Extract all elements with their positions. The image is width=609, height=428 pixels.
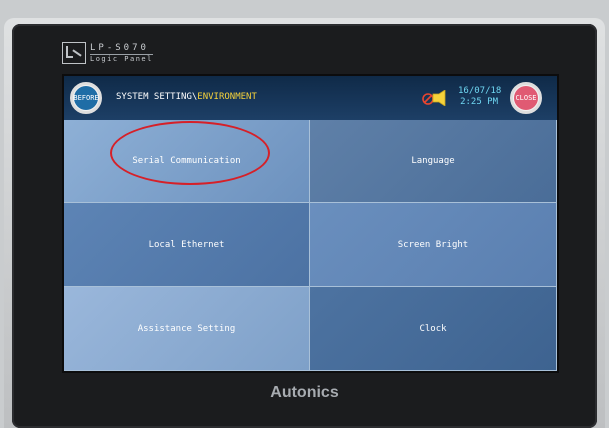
back-arrow-icon: BEFORE [73,86,99,110]
brand-text: LP-S070 Logic Panel [90,43,153,63]
before-label: BEFORE [73,94,99,102]
menu-item-label: Serial Communication [132,156,241,166]
menu-item-serial-communication[interactable]: Serial Communication [64,120,310,203]
lp-logo-icon [62,42,86,64]
menu-item-label: Screen Bright [397,239,469,250]
breadcrumb: SYSTEM SETTING\ENVIRONMENT [116,92,257,102]
close-button[interactable]: CLOSE [510,82,542,114]
device-model: LP-S070 [90,43,153,55]
close-icon: CLOSE [514,86,538,110]
menu-item-local-ethernet[interactable]: Local Ethernet [64,203,310,287]
device-subtitle: Logic Panel [90,54,153,63]
buzzer-off-icon[interactable] [422,90,452,106]
settings-menu: Serial Communication Language Local Ethe… [64,120,557,371]
brand-block: LP-S070 Logic Panel [62,42,153,64]
touch-screen: BEFORE SYSTEM SETTING\ENVIRONMENT 16/07/… [64,76,557,371]
time: 2:25 PM [460,97,498,107]
menu-item-screen-bright[interactable]: Screen Bright [310,203,557,287]
breadcrumb-parent: SYSTEM SETTING\ [116,92,198,102]
date: 16/07/18 [458,86,502,96]
menu-item-label: Language [411,156,455,166]
menu-item-assistance-setting[interactable]: Assistance Setting [64,287,310,371]
breadcrumb-current: ENVIRONMENT [197,92,257,102]
datetime: 16/07/18 2:25 PM [458,86,502,108]
manufacturer-logo: Autonics [270,384,339,401]
menu-item-label: Assistance Setting [137,323,236,334]
title-bar: BEFORE SYSTEM SETTING\ENVIRONMENT 16/07/… [64,76,557,120]
menu-item-label: Local Ethernet [148,239,225,250]
close-label: CLOSE [515,94,537,102]
before-button[interactable]: BEFORE [70,82,102,114]
menu-item-label: Clock [419,323,447,334]
menu-item-language[interactable]: Language [310,120,557,203]
menu-item-clock[interactable]: Clock [310,287,557,371]
